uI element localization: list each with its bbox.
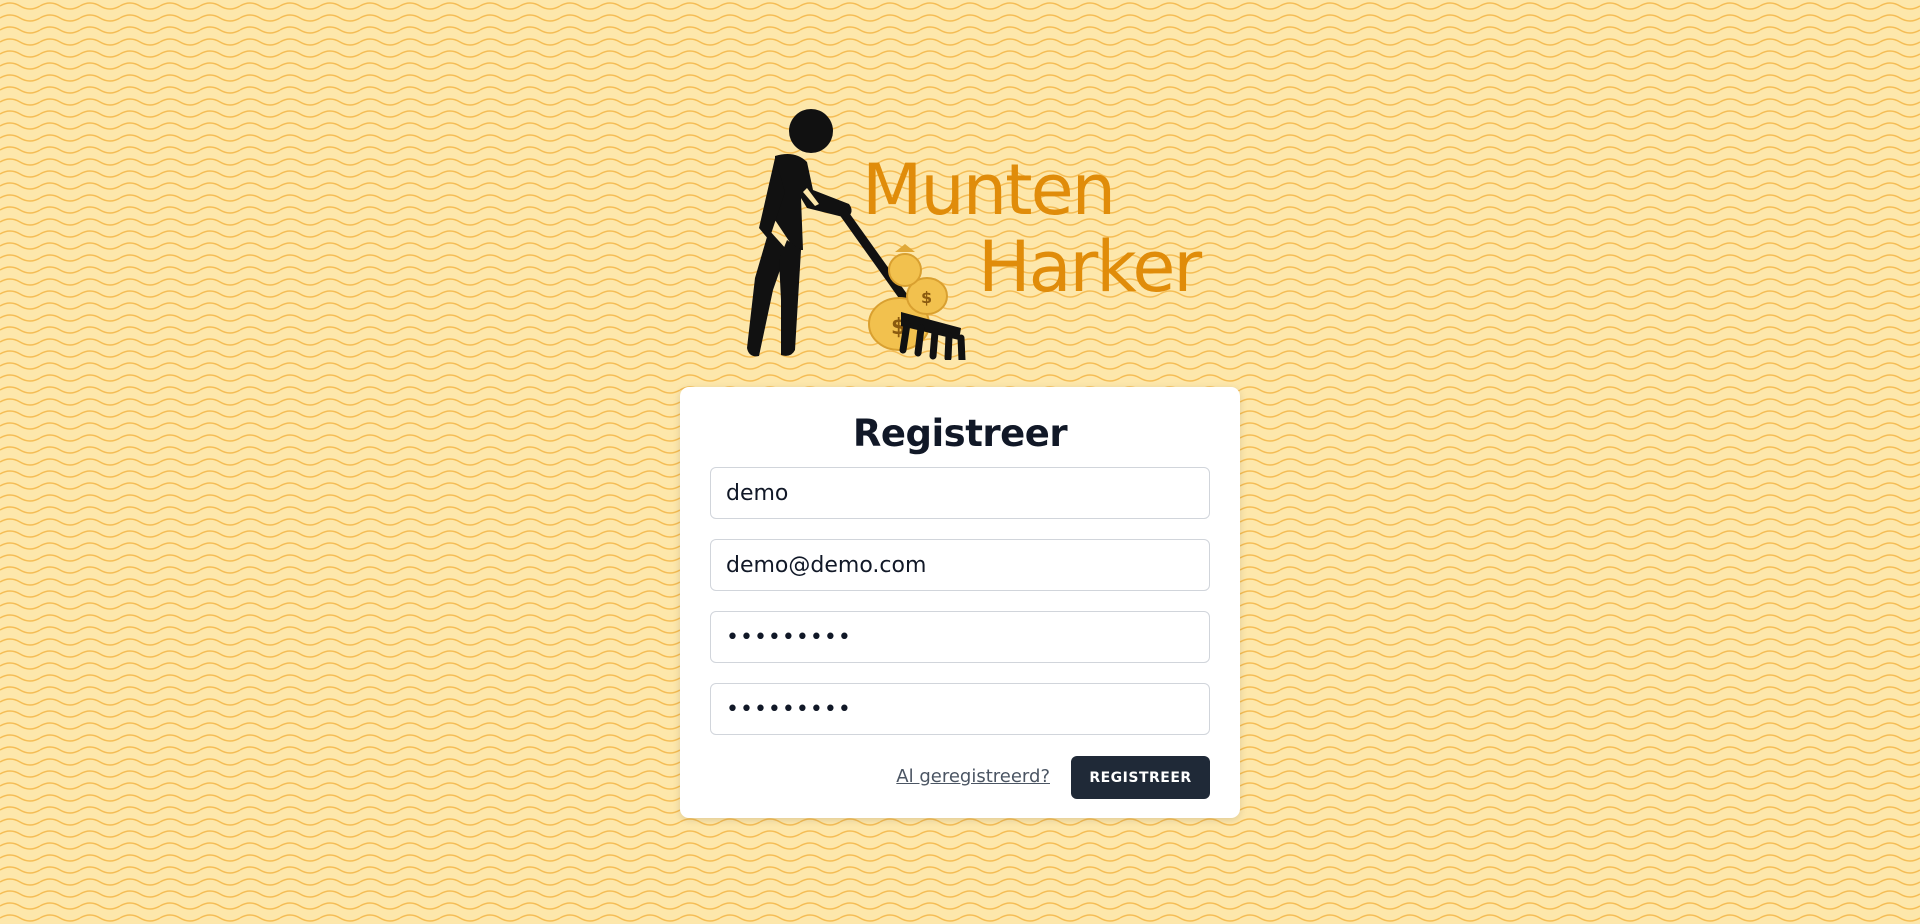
brand-logo: $ $ Munten Harker <box>725 100 1205 360</box>
email-input[interactable] <box>710 539 1210 591</box>
register-button[interactable]: REGISTREER <box>1071 756 1210 799</box>
password-input[interactable] <box>710 611 1210 663</box>
already-registered-link[interactable]: Al geregistreerd? <box>896 766 1050 787</box>
password-confirm-input[interactable] <box>710 683 1210 735</box>
page-title: Registreer <box>852 412 1068 455</box>
svg-text:$: $ <box>921 288 932 307</box>
username-input[interactable] <box>710 467 1210 519</box>
brand-name-line1: Munten <box>862 149 1116 231</box>
brand-name-line2: Harker <box>978 226 1202 308</box>
form-actions: Al geregistreerd? REGISTREER <box>680 756 1210 800</box>
register-card: Registreer Al geregistreerd? REGISTREER <box>680 387 1240 818</box>
